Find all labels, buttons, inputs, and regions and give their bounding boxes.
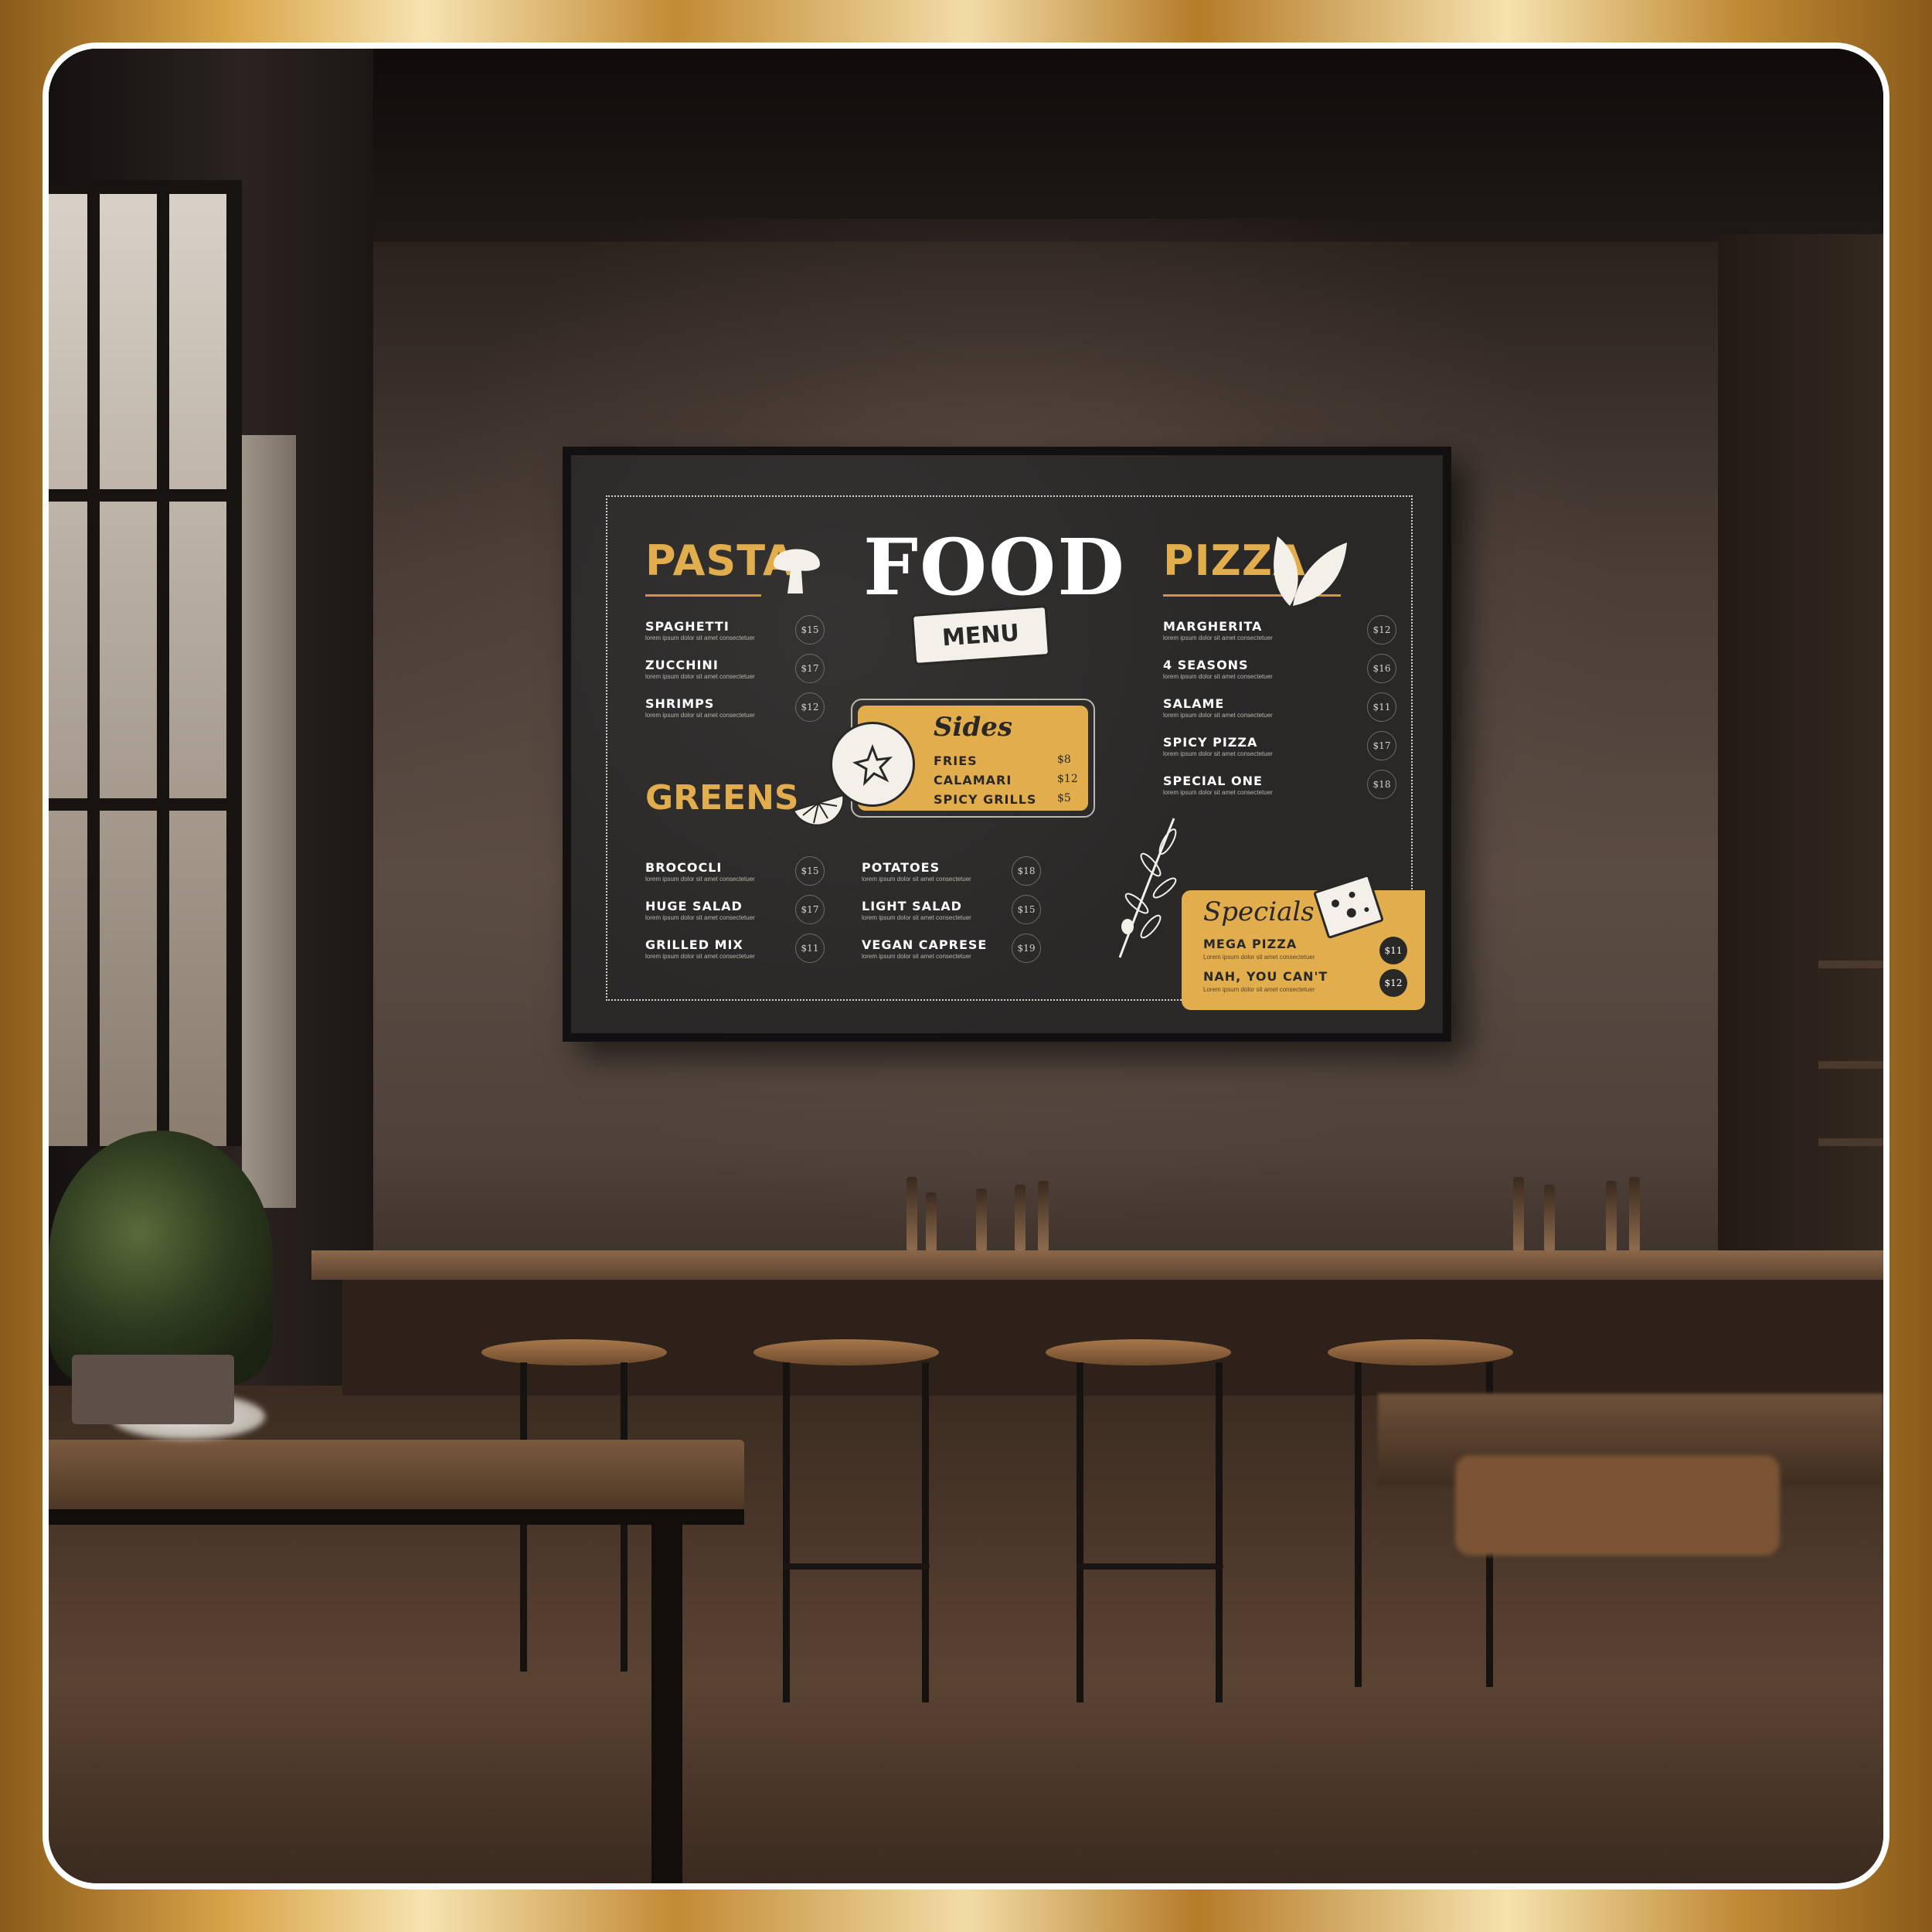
bar-counter-front [342,1280,1883,1396]
table-apron [49,1509,744,1525]
menu-item-name: BROCOCLI [645,860,723,875]
greens-title: GREENS [645,778,799,818]
shelf [1818,961,1883,968]
menu-item-name: SPICY PIZZA [1163,735,1258,750]
menu-item-name: SALAME [1163,696,1225,711]
price-badge: $12 [1367,615,1396,645]
menu-item-desc: lorem ipsum dolor sit amet consectetuer [1163,673,1273,680]
bottle [1038,1181,1049,1250]
shelf [1818,1061,1883,1069]
menu-item-name: VEGAN CAPRESE [862,937,988,952]
price-badge: $18 [1012,856,1041,886]
bottle [1544,1185,1555,1250]
menu-item-desc: lorem ipsum dolor sit amet consectetuer [1163,750,1273,757]
sides-item-price: $5 [1057,792,1071,804]
menu-item-desc: lorem ipsum dolor sit amet consectetuer [862,914,971,921]
wooden-chair [1455,1455,1780,1556]
bottle [1015,1185,1026,1250]
sides-title: Sides [934,712,1013,743]
sides-item-name: SPICY GRILLS [934,792,1037,807]
sides-item-price: $12 [1057,773,1078,785]
menu-item-name: SPECIAL ONE [1163,774,1263,788]
bottle [926,1192,937,1250]
menu-item-desc: lorem ipsum dolor sit amet consectetuer [1163,789,1273,796]
menu-item-name: GRILLED MIX [645,937,743,952]
olive-branch-icon [1118,818,1177,958]
brick-pillar [242,435,296,1208]
bottle [976,1189,987,1250]
wooden-table [49,1440,744,1509]
menu-item-desc: lorem ipsum dolor sit amet consectetuer [645,634,755,641]
menu-item-name: MARGHERITA [1163,619,1263,634]
bottle [1629,1177,1640,1250]
menu-item-name: LIGHT SALAD [862,899,962,913]
leaf-icon [1274,536,1347,606]
special-item-desc: Lorem ipsum dolor sit amet consectetuer [1203,986,1315,993]
menu-item-name: POTATOES [862,860,940,875]
bottle [1513,1177,1524,1250]
menu-item-name: SPAGHETTI [645,619,730,634]
menu-item-desc: lorem ipsum dolor sit amet consectetuer [645,673,755,680]
special-item-name: MEGA PIZZA [1203,937,1298,951]
specials-title: Specials [1203,896,1315,927]
menu-item-desc: lorem ipsum dolor sit amet consectetuer [1163,634,1273,641]
price-badge: $12 [795,692,825,722]
special-price-badge: $11 [1379,937,1407,964]
special-item-name: NAH, YOU CAN'T [1203,969,1328,984]
menu-board-frame: PASTA SPAGHETTI lorem ipsum dolor sit am… [563,447,1451,1042]
special-price-badge: $12 [1379,969,1407,997]
sides-item-name: FRIES [934,753,978,768]
price-badge: $15 [795,615,825,645]
price-badge: $18 [1367,770,1396,799]
menu-item-name: 4 SEASONS [1163,658,1249,672]
price-badge: $15 [1012,895,1041,924]
menu-item-desc: lorem ipsum dolor sit amet consectetuer [862,876,971,883]
menu-board: PASTA SPAGHETTI lorem ipsum dolor sit am… [571,455,1443,1033]
bottle [906,1177,917,1250]
mushroom-icon [774,549,820,594]
price-badge: $17 [1367,731,1396,760]
menu-banner: MENU [910,604,1051,666]
potted-plant [49,1131,273,1386]
menu-item-desc: lorem ipsum dolor sit amet consectetuer [645,953,755,960]
divider [645,594,761,597]
restaurant-scene: PASTA SPAGHETTI lorem ipsum dolor sit am… [49,49,1883,1883]
bar-counter-top [311,1250,1883,1280]
menu-item-name: HUGE SALAD [645,899,743,913]
sides-item-price: $8 [1057,753,1071,766]
price-badge: $19 [1012,934,1041,963]
menu-item-desc: lorem ipsum dolor sit amet consectetuer [645,914,755,921]
bottle [1606,1181,1617,1250]
price-badge: $11 [1367,692,1396,722]
specials-panel: Specials MEGA PIZZA Lorem ipsum dolor si… [1182,890,1425,1010]
window [49,180,242,1146]
menu-item-desc: lorem ipsum dolor sit amet consectetuer [645,876,755,883]
menu-item-name: ZUCCHINI [645,658,719,672]
menu-item-desc: lorem ipsum dolor sit amet consectetuer [645,712,755,719]
banner-text: MENU [940,619,1021,651]
menu-item-desc: lorem ipsum dolor sit amet consectetuer [862,953,971,960]
menu-item-desc: lorem ipsum dolor sit amet consectetuer [1163,712,1273,719]
tomato-icon [830,722,915,807]
shelf [1818,1138,1883,1146]
table-leg [651,1509,682,1883]
price-badge: $16 [1367,654,1396,683]
price-badge: $11 [795,934,825,963]
price-badge: $17 [795,895,825,924]
price-badge: $17 [795,654,825,683]
price-badge: $15 [795,856,825,886]
sides-item-name: CALAMARI [934,773,1012,787]
special-item-desc: Lorem ipsum dolor sit amet consectetuer [1203,954,1315,961]
plant-pot [72,1355,234,1424]
menu-item-name: SHRIMPS [645,696,715,711]
menu-main-title: FOOD [863,522,1126,613]
right-wall [1718,234,1883,1316]
